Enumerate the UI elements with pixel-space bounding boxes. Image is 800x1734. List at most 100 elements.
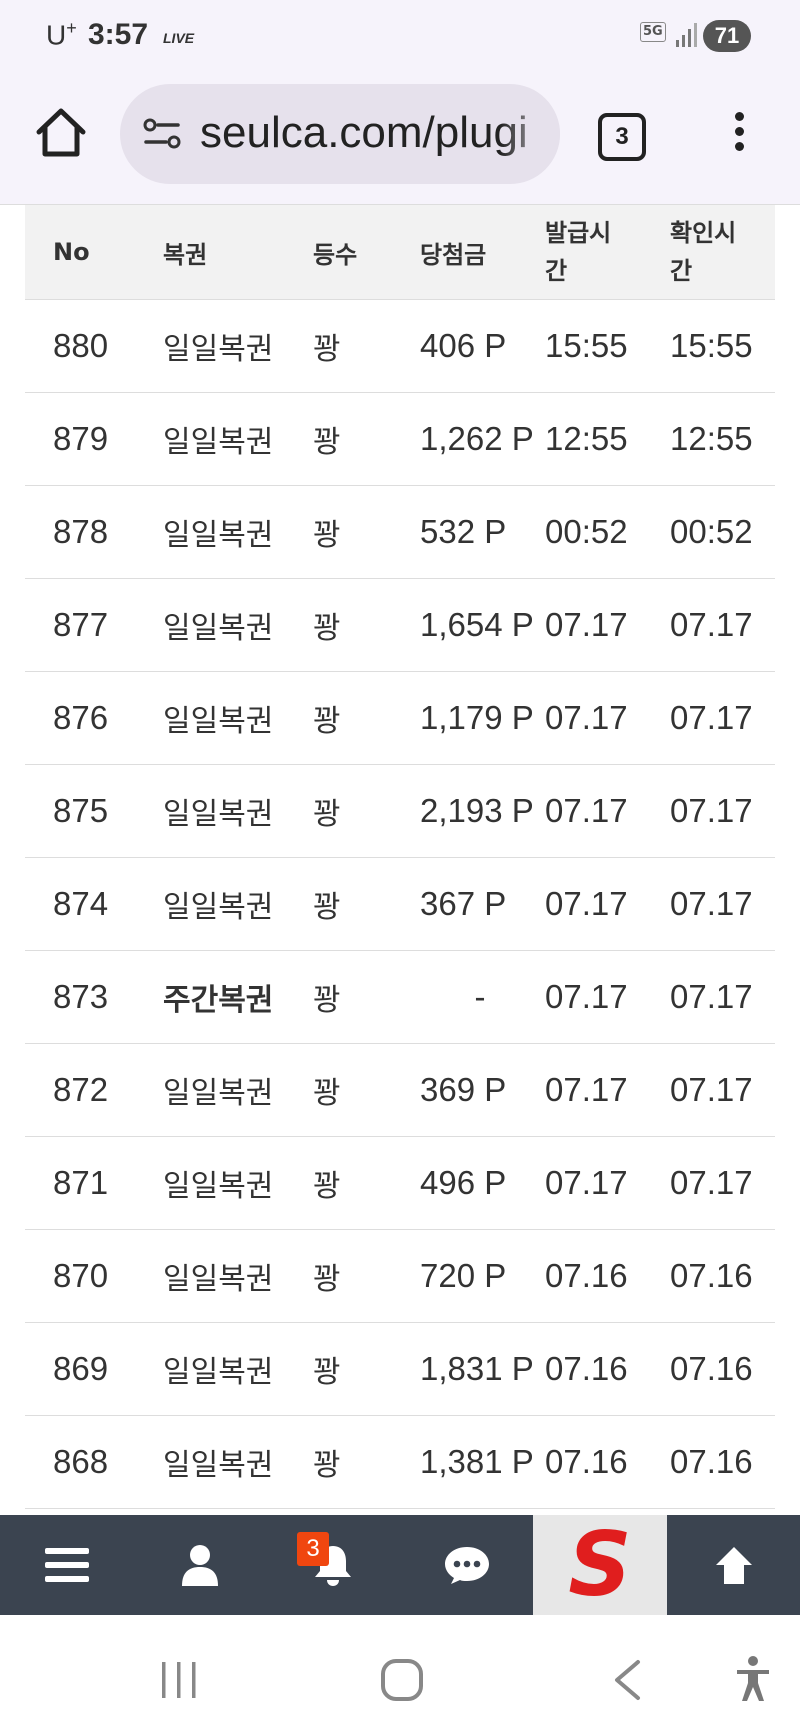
table-row: 871 일일복권 꽝 496 P 07.17 07.17 bbox=[25, 1137, 775, 1230]
cell-rank: 꽝 bbox=[313, 518, 341, 553]
cell-check-time: 07.17 bbox=[670, 606, 753, 643]
cell-issue-time: 07.17 bbox=[545, 606, 628, 643]
cell-no: 872 bbox=[53, 1071, 109, 1108]
header-type: 복권 bbox=[163, 240, 208, 269]
table-row: 870 일일복권 꽝 720 P 07.16 07.16 bbox=[25, 1230, 775, 1323]
cell-issue-time: 07.17 bbox=[545, 978, 628, 1015]
table-row: 872 일일복권 꽝 369 P 07.17 07.17 bbox=[25, 1044, 775, 1137]
signal-icon bbox=[676, 23, 697, 47]
cell-rank: 꽝 bbox=[313, 1355, 341, 1390]
home-icon[interactable] bbox=[34, 106, 88, 160]
network-type-icon: 5G bbox=[640, 22, 666, 42]
back-icon[interactable] bbox=[612, 1659, 642, 1701]
cell-type: 일일복권 bbox=[163, 332, 274, 367]
cell-check-time: 07.16 bbox=[670, 1443, 753, 1480]
address-bar[interactable]: seulca.com/plugi bbox=[120, 84, 560, 184]
header-check-time: 확인시 간 bbox=[670, 219, 737, 285]
cell-no: 879 bbox=[53, 420, 109, 457]
cell-prize: 720 P bbox=[420, 1257, 507, 1294]
cell-type: 일일복권 bbox=[163, 1169, 274, 1204]
cell-type: 일일복권 bbox=[163, 1448, 274, 1483]
carrier-label: U+ bbox=[46, 18, 77, 51]
cell-check-time: 07.17 bbox=[670, 1071, 753, 1108]
cell-no: 870 bbox=[53, 1257, 109, 1294]
table-row: 869 일일복권 꽝 1,831 P 07.16 07.16 bbox=[25, 1323, 775, 1416]
cell-no: 874 bbox=[53, 885, 109, 922]
table-row: 880 일일복권 꽝 406 P 15:55 15:55 bbox=[25, 300, 775, 393]
chat-button[interactable] bbox=[400, 1515, 533, 1615]
cell-prize: 2,193 P bbox=[420, 792, 534, 829]
menu-button[interactable] bbox=[0, 1515, 133, 1615]
user-icon bbox=[181, 1545, 218, 1586]
arrow-up-icon bbox=[715, 1547, 752, 1584]
table-body: 880 일일복권 꽝 406 P 15:55 15:55 879 일일복권 꽝 1,262 P 12… bbox=[25, 300, 775, 1509]
cell-no: 869 bbox=[53, 1350, 109, 1387]
recent-apps-icon[interactable] bbox=[160, 1660, 198, 1700]
cell-prize: 496 P bbox=[420, 1164, 507, 1201]
cell-check-time: 12:55 bbox=[670, 420, 753, 457]
tab-switcher-button[interactable]: 3 bbox=[598, 113, 646, 161]
live-indicator: LIVE bbox=[163, 30, 195, 46]
cell-prize: - bbox=[474, 978, 486, 1015]
table-header: No 복권 등수 당첨금 발급시 간 확인시 간 bbox=[25, 205, 775, 300]
hamburger-icon bbox=[44, 1548, 89, 1582]
cell-rank: 꽝 bbox=[313, 425, 341, 460]
scroll-top-button[interactable] bbox=[667, 1515, 800, 1615]
cell-type: 일일복권 bbox=[163, 425, 274, 460]
cell-type: 일일복권 bbox=[163, 518, 274, 553]
table-row: 878 일일복권 꽝 532 P 00:52 00:52 bbox=[25, 486, 775, 579]
cell-no: 878 bbox=[53, 513, 109, 550]
cell-type: 일일복권 bbox=[163, 797, 274, 832]
cell-check-time: 07.17 bbox=[670, 792, 753, 829]
cell-type: 일일복권 bbox=[163, 1262, 274, 1297]
cell-type: 일일복권 bbox=[163, 611, 274, 646]
cell-type: 주간복권 bbox=[163, 983, 274, 1018]
status-bar: U+ 3:57 LIVE 5G 71 bbox=[0, 0, 800, 76]
more-menu-icon[interactable] bbox=[726, 108, 752, 158]
header-issue-time: 발급시 간 bbox=[545, 219, 612, 285]
site-logo-button[interactable]: S bbox=[533, 1515, 667, 1615]
url-fade bbox=[500, 84, 560, 184]
svg-text:S: S bbox=[568, 1523, 631, 1607]
cell-prize: 367 P bbox=[420, 885, 507, 922]
cell-issue-time: 07.17 bbox=[545, 1071, 628, 1108]
table-row: 875 일일복권 꽝 2,193 P 07.17 07.17 bbox=[25, 765, 775, 858]
cell-no: 871 bbox=[53, 1164, 109, 1201]
browser-toolbar: seulca.com/plugi 3 bbox=[0, 76, 800, 205]
profile-button[interactable] bbox=[133, 1515, 266, 1615]
cell-issue-time: 07.16 bbox=[545, 1350, 628, 1387]
cell-no: 875 bbox=[53, 792, 109, 829]
cell-issue-time: 07.17 bbox=[545, 792, 628, 829]
cell-issue-time: 15:55 bbox=[545, 327, 628, 364]
cell-check-time: 15:55 bbox=[670, 327, 753, 364]
cell-check-time: 00:52 bbox=[670, 513, 753, 550]
cell-prize: 1,381 P bbox=[420, 1443, 534, 1480]
cell-no: 868 bbox=[53, 1443, 109, 1480]
cell-rank: 꽝 bbox=[313, 797, 341, 832]
cell-prize: 1,831 P bbox=[420, 1350, 534, 1387]
header-rank: 등수 bbox=[313, 240, 358, 269]
header-no: No bbox=[53, 238, 90, 266]
cell-issue-time: 07.17 bbox=[545, 885, 628, 922]
cell-rank: 꽝 bbox=[313, 611, 341, 646]
table-row: 876 일일복권 꽝 1,179 P 07.17 07.17 bbox=[25, 672, 775, 765]
accessibility-icon[interactable] bbox=[734, 1655, 772, 1703]
home-nav-icon[interactable] bbox=[380, 1658, 424, 1702]
notifications-button[interactable] bbox=[266, 1515, 400, 1615]
cell-rank: 꽝 bbox=[313, 704, 341, 739]
cell-no: 880 bbox=[53, 327, 109, 364]
cell-rank: 꽝 bbox=[313, 1448, 341, 1483]
notification-badge: 3 bbox=[297, 1532, 329, 1566]
cell-prize: 1,262 P bbox=[420, 420, 534, 457]
system-navigation-bar bbox=[0, 1615, 800, 1734]
cell-prize: 532 P bbox=[420, 513, 507, 550]
site-info-icon[interactable] bbox=[142, 114, 182, 154]
cell-check-time: 07.17 bbox=[670, 885, 753, 922]
logo-s-icon: S bbox=[568, 1523, 631, 1607]
status-time: 3:57 bbox=[88, 18, 149, 51]
cell-issue-time: 07.17 bbox=[545, 699, 628, 736]
cell-issue-time: 07.16 bbox=[545, 1257, 628, 1294]
table-row: 877 일일복권 꽝 1,654 P 07.17 07.17 bbox=[25, 579, 775, 672]
cell-check-time: 07.16 bbox=[670, 1257, 753, 1294]
cell-issue-time: 07.17 bbox=[545, 1164, 628, 1201]
